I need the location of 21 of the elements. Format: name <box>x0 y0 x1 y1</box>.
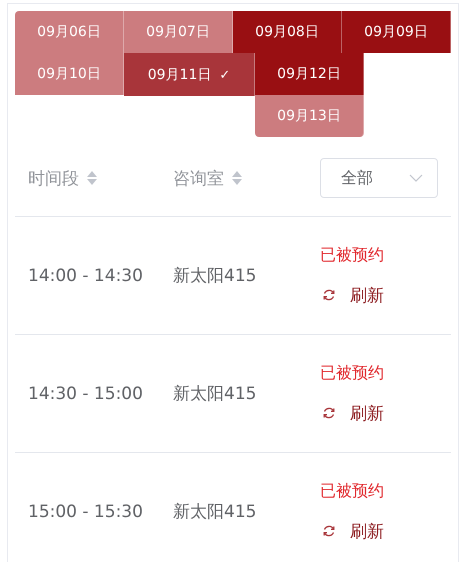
date-tab[interactable]: 09月08日 <box>233 11 342 53</box>
refresh-link[interactable]: 刷新 <box>350 402 384 424</box>
status-text: 已被预约 <box>320 480 385 502</box>
date-tab[interactable]: 09月12日 <box>255 53 364 95</box>
status-text: 已被预约 <box>320 244 385 266</box>
status-text: 已被预约 <box>320 362 385 384</box>
refresh-icon[interactable] <box>322 524 336 538</box>
refresh-icon[interactable] <box>322 406 336 420</box>
room-cell-text: 新太阳415 <box>173 265 258 287</box>
chevron-down-icon <box>409 174 423 182</box>
date-tab[interactable]: 09月09日 <box>342 11 451 53</box>
date-tab[interactable]: 09月11日 ✓ <box>124 53 255 96</box>
refresh-link[interactable]: 刷新 <box>350 520 384 542</box>
refresh-icon[interactable] <box>322 288 336 302</box>
time-cell-text: 15:00 - 15:30 <box>27 502 144 522</box>
room-cell-text: 新太阳415 <box>173 383 258 405</box>
room-cell-text: 新太阳415 <box>173 501 258 523</box>
filter-dropdown[interactable]: 全部 <box>320 158 438 198</box>
time-cell-text: 14:00 - 14:30 <box>27 266 144 286</box>
time-cell-text: 14:30 - 15:00 <box>27 384 144 404</box>
refresh-link[interactable]: 刷新 <box>350 284 384 306</box>
